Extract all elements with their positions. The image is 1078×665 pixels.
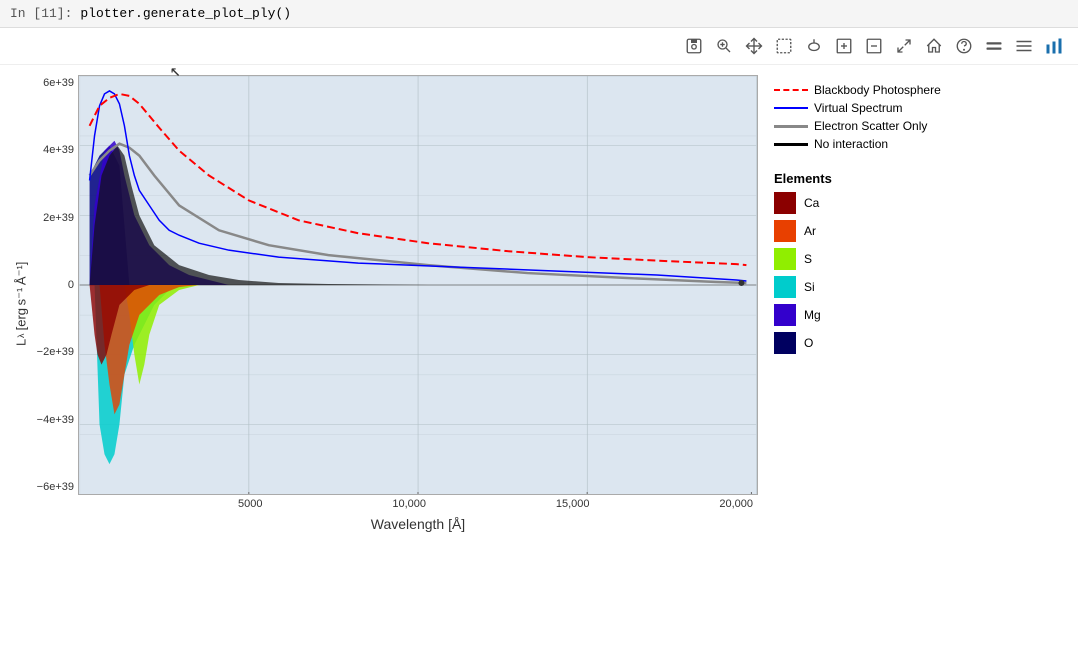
zoom-out-icon[interactable] — [862, 34, 886, 58]
chart-area: Lλ [erg s⁻¹ Å⁻¹] 6e+39 4e+39 2e+39 0 −2e… — [0, 65, 1078, 532]
y-axis-label: Lλ [erg s⁻¹ Å⁻¹] — [10, 75, 30, 532]
legend-label-blackbody: Blackbody Photosphere — [814, 83, 941, 97]
x-tick: 20,000 — [719, 498, 753, 510]
zoom-in-icon[interactable] — [832, 34, 856, 58]
menu-icon[interactable] — [1012, 34, 1036, 58]
element-label-Ar: Ar — [804, 224, 816, 238]
autoscale-icon[interactable] — [892, 34, 916, 58]
spectrum-plot[interactable] — [78, 75, 758, 495]
x-axis-label: Wavelength [Å] — [30, 510, 758, 532]
y-tick: −6e+39 — [37, 481, 74, 493]
element-label-S: S — [804, 252, 812, 266]
legend-item-virtual: Virtual Spectrum — [774, 101, 948, 115]
legend-item-blackbody: Blackbody Photosphere — [774, 83, 948, 97]
element-Ar: Ar — [774, 220, 948, 242]
element-box-Ca — [774, 192, 796, 214]
element-Ca: Ca — [774, 192, 948, 214]
legend-icon-virtual — [774, 107, 808, 109]
lasso-icon[interactable] — [802, 34, 826, 58]
select-icon[interactable] — [772, 34, 796, 58]
pan-icon[interactable] — [742, 34, 766, 58]
element-Si: Si — [774, 276, 948, 298]
x-tick: 10,000 — [392, 498, 426, 510]
element-label-Ca: Ca — [804, 196, 819, 210]
legend-label-electron: Electron Scatter Only — [814, 119, 927, 133]
element-label-Mg: Mg — [804, 308, 821, 322]
element-label-O: O — [804, 336, 813, 350]
element-label-Si: Si — [804, 280, 815, 294]
legend-label-virtual: Virtual Spectrum — [814, 101, 902, 115]
save-icon[interactable] — [682, 34, 706, 58]
y-tick: −4e+39 — [37, 414, 74, 426]
plot-wrapper: 6e+39 4e+39 2e+39 0 −2e+39 −4e+39 −6e+39 — [30, 75, 758, 532]
legend-item-nointeraction: No interaction — [774, 137, 948, 151]
element-Mg: Mg — [774, 304, 948, 326]
bar-chart-icon[interactable] — [1042, 34, 1066, 58]
y-tick: 6e+39 — [43, 77, 74, 89]
toggle-icon[interactable] — [982, 34, 1006, 58]
legend-icon-blackbody — [774, 89, 808, 91]
element-box-S — [774, 248, 796, 270]
zoom-icon[interactable] — [712, 34, 736, 58]
y-axis-ticks: 6e+39 4e+39 2e+39 0 −2e+39 −4e+39 −6e+39 — [30, 75, 78, 495]
legend-icon-nointeraction — [774, 143, 808, 146]
elements-title: Elements — [774, 171, 948, 186]
element-box-Ar — [774, 220, 796, 242]
element-box-Mg — [774, 304, 796, 326]
x-tick: 5000 — [238, 498, 262, 510]
legend-item-electron: Electron Scatter Only — [774, 119, 948, 133]
legend-icon-electron — [774, 125, 808, 128]
element-box-O — [774, 332, 796, 354]
x-tick: 15,000 — [556, 498, 590, 510]
help-icon[interactable] — [952, 34, 976, 58]
y-tick: 0 — [68, 279, 74, 291]
element-O: O — [774, 332, 948, 354]
element-S: S — [774, 248, 948, 270]
y-tick: 4e+39 — [43, 144, 74, 156]
cell-label: In [11]: — [10, 6, 72, 21]
y-tick: −2e+39 — [37, 346, 74, 358]
cell-code: plotter.generate_plot_ply() — [80, 6, 291, 21]
toolbar — [0, 28, 1078, 65]
x-axis-ticks: 5000 10,000 15,000 20,000 — [30, 495, 758, 510]
y-tick: 2e+39 — [43, 212, 74, 224]
element-box-Si — [774, 276, 796, 298]
home-icon[interactable] — [922, 34, 946, 58]
legend-label-nointeraction: No interaction — [814, 137, 888, 151]
legend: Blackbody Photosphere Virtual Spectrum E… — [758, 75, 948, 532]
